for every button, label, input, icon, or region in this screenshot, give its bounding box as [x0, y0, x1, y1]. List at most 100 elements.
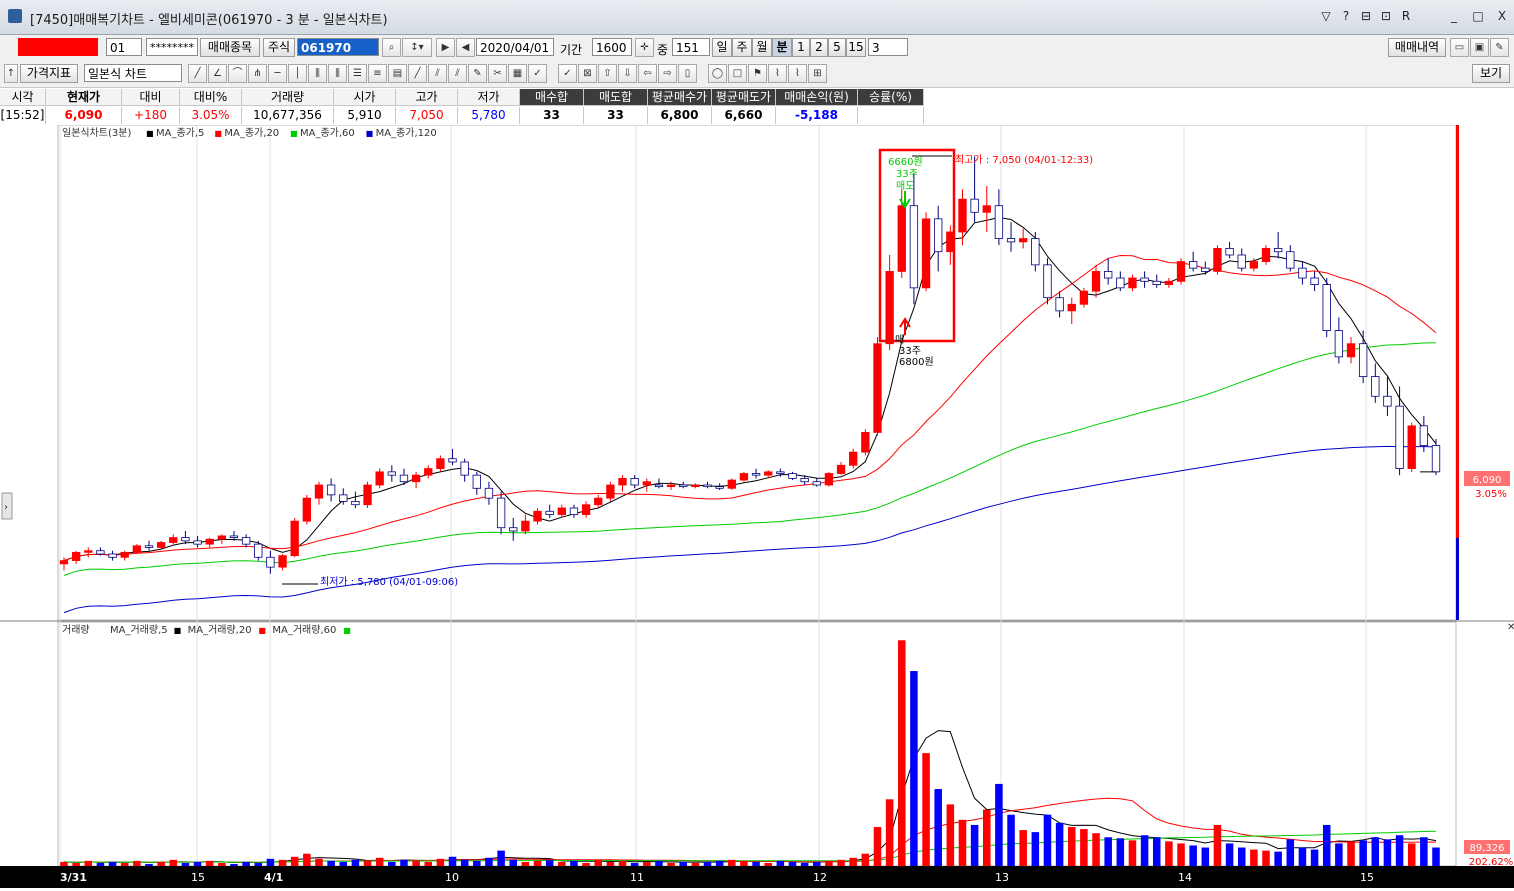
play-icon[interactable]: ▶	[436, 38, 455, 57]
help-icon[interactable]: ?	[1338, 8, 1354, 24]
candle	[1225, 248, 1234, 256]
draw-tool-8-icon[interactable]: ☰	[348, 64, 367, 83]
count-input[interactable]: 151	[672, 38, 710, 56]
volume-bar	[485, 857, 493, 866]
draw-tool-5-icon[interactable]: │	[288, 64, 307, 83]
draw-tool-18-icon[interactable]: ✓	[558, 64, 577, 83]
view-button[interactable]: 보기	[1472, 64, 1510, 83]
draw-tool-23-icon[interactable]: ⇨	[658, 64, 677, 83]
draw-tool-19-icon[interactable]: ⊠	[578, 64, 597, 83]
restore-panel-icon[interactable]: ⊡	[1378, 8, 1394, 24]
draw-tool-3-icon[interactable]: ⋔	[248, 64, 267, 83]
draw-tool-2-icon[interactable]: ⌒	[228, 64, 247, 83]
unit-day[interactable]: 일	[712, 38, 732, 57]
trade-history-button[interactable]: 매매내역	[1388, 38, 1446, 57]
unit-week[interactable]: 주	[732, 38, 752, 57]
right-marker-blue	[1456, 538, 1459, 620]
candle	[1031, 238, 1040, 266]
unit-minute[interactable]: 분	[772, 38, 792, 57]
draw-tool-21-icon[interactable]: ⇩	[618, 64, 637, 83]
unit-month[interactable]: 월	[752, 38, 772, 57]
draw-tool-10-icon[interactable]: ▤	[388, 64, 407, 83]
draw-tool-7-icon[interactable]: ⫼	[328, 64, 347, 83]
dropdown-icon[interactable]: ▽	[1318, 8, 1334, 24]
draw-tool-6-icon[interactable]: ⫼	[308, 64, 327, 83]
draw-tool-14-icon[interactable]: ✎	[468, 64, 487, 83]
chart-type-select[interactable]: 일본식 차트	[84, 64, 182, 82]
draw-tool-20-icon[interactable]: ⇧	[598, 64, 617, 83]
candle	[812, 481, 821, 486]
draw-tool-27-icon[interactable]: ⚑	[748, 64, 767, 83]
price-legend-title: 일본식차트(3분)	[62, 127, 131, 139]
candle	[363, 484, 372, 506]
chart-svg[interactable]: 3/31 15 4/1 10 11 12 13 14 15일본식차트(3분) ■ MA_종가,5 ■…	[0, 124, 1514, 888]
current-change-label: 3.05%	[1475, 489, 1507, 500]
unit-custom-select[interactable]: 3	[868, 38, 908, 56]
account-redacted[interactable]	[18, 38, 98, 56]
adjust-icon[interactable]: ✛	[635, 38, 654, 57]
quote-header-12: 매매손익(원)	[776, 89, 858, 106]
candle	[909, 205, 919, 289]
draw-tool-29-icon[interactable]: ⌇	[788, 64, 807, 83]
candle	[557, 507, 566, 515]
market-button[interactable]: 주식	[263, 38, 295, 57]
draw-tool-4-icon[interactable]: ─	[268, 64, 287, 83]
account-suffix-select[interactable]: 01	[106, 38, 142, 56]
volume-bar	[1080, 829, 1088, 866]
volume-bar	[873, 827, 882, 866]
buy-label-0: 매	[895, 334, 904, 346]
trade-items-button[interactable]: 매매종목	[200, 38, 260, 57]
sort-icon[interactable]: ↕▾	[402, 38, 432, 57]
up-arrow-icon[interactable]: ↑	[4, 64, 18, 83]
unit-2[interactable]: 2	[810, 38, 828, 57]
close-button[interactable]: X	[1494, 8, 1510, 24]
draw-tool-26-icon[interactable]: □	[728, 64, 747, 83]
draw-tool-25-icon[interactable]: ◯	[708, 64, 727, 83]
volume-bar	[1395, 835, 1404, 866]
draw-tool-1-icon[interactable]: ∠	[208, 64, 227, 83]
draw-tool-13-icon[interactable]: ⫽	[448, 64, 467, 83]
open-icon[interactable]: ▭	[1450, 38, 1469, 57]
volume-bar	[400, 859, 408, 866]
refresh-icon[interactable]: R	[1398, 8, 1414, 24]
password-field[interactable]: ********	[146, 38, 198, 56]
prev-icon[interactable]: ◀	[456, 38, 475, 57]
period-input[interactable]: 1600	[592, 38, 632, 56]
unit-1[interactable]: 1	[792, 38, 810, 57]
volume-legend-item-1: MA_거래량,20	[188, 624, 252, 636]
candle	[970, 198, 979, 213]
draw-tool-0-icon[interactable]: ╱	[188, 64, 207, 83]
draw-tool-15-icon[interactable]: ✂	[488, 64, 507, 83]
settings-icon[interactable]: ✎	[1490, 38, 1509, 57]
minimize-button[interactable]: _	[1446, 8, 1462, 24]
search-icon[interactable]: ⌕	[382, 38, 401, 57]
minimize-panel-icon[interactable]: ⊟	[1358, 8, 1374, 24]
draw-tool-28-icon[interactable]: ⌇	[768, 64, 787, 83]
maximize-button[interactable]: □	[1470, 8, 1486, 24]
save-icon[interactable]: ▣	[1470, 38, 1489, 57]
date-picker[interactable]: 2020/04/01	[476, 38, 554, 56]
volume-legend-swatch: ■	[174, 626, 182, 635]
draw-tool-22-icon[interactable]: ⇦	[638, 64, 657, 83]
draw-tool-24-icon[interactable]: ▯	[678, 64, 697, 83]
volume-bar	[448, 856, 457, 866]
quote-header-4: 거래량	[242, 89, 334, 106]
draw-tool-30-icon[interactable]: ⊞	[808, 64, 827, 83]
quote-table: 시각 [15:52] 현재가 6,090 대비 +180 대비% 3.05% 거래량 10,677…	[0, 89, 960, 125]
unit-5[interactable]: 5	[828, 38, 846, 57]
draw-tool-17-icon[interactable]: ✓	[528, 64, 547, 83]
stock-code-input[interactable]: 061970	[297, 38, 379, 56]
candle	[424, 468, 433, 476]
draw-tool-12-icon[interactable]: ⫽	[428, 64, 447, 83]
volume-bar	[388, 861, 396, 866]
price-indicator-button[interactable]: 가격지표	[20, 64, 78, 83]
draw-tool-9-icon[interactable]: ≡	[368, 64, 387, 83]
candle	[290, 520, 299, 557]
draw-tool-11-icon[interactable]: ╱	[408, 64, 427, 83]
volume-bar	[1031, 832, 1040, 866]
draw-tool-16-icon[interactable]: ▦	[508, 64, 527, 83]
candle	[533, 510, 542, 522]
unit-15[interactable]: 15	[846, 38, 866, 57]
x-tick-3: 10	[445, 871, 459, 884]
candle	[375, 471, 384, 486]
